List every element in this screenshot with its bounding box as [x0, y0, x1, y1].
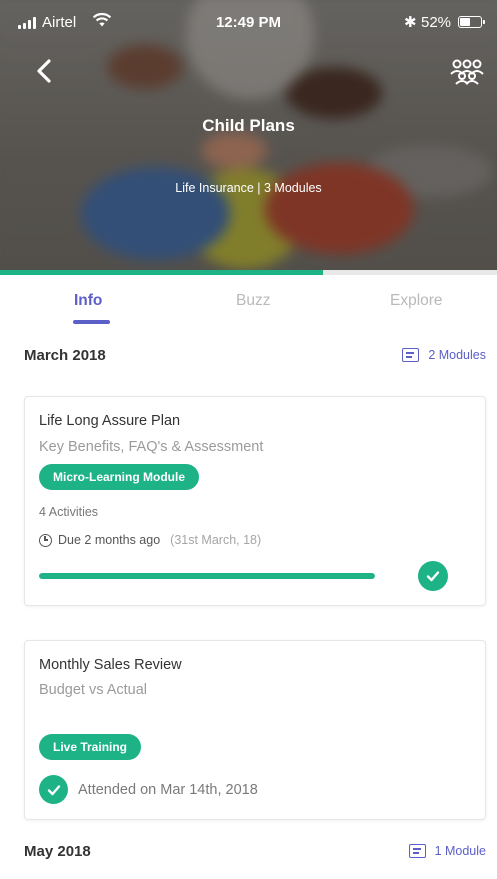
due-label: Due 2 months ago [58, 533, 161, 547]
chevron-left-icon [37, 59, 51, 83]
modules-count-label: 2 Modules [428, 348, 486, 362]
bluetooth-icon: ✱ [404, 14, 417, 31]
page-title: Child Plans [202, 116, 295, 135]
modules-count-link[interactable]: 1 Module [408, 844, 486, 858]
course-progress-track [323, 270, 497, 275]
page-subtitle: Life Insurance | 3 Modules [175, 181, 322, 195]
section-header-may-2018: May 2018 1 Module [0, 843, 497, 873]
card-subtitle: Key Benefits, FAQ's & Assessment [39, 439, 264, 455]
tab-buzz[interactable]: Buzz [236, 292, 270, 310]
active-tab-indicator [73, 320, 110, 324]
group-icon [450, 59, 484, 85]
back-button[interactable] [30, 56, 60, 86]
card-subtitle: Budget vs Actual [39, 682, 148, 698]
module-type-badge: Live Training [39, 734, 142, 760]
attended-check-icon [39, 775, 68, 804]
clock-icon [39, 533, 52, 547]
document-icon [402, 348, 420, 362]
document-icon [408, 844, 426, 858]
modules-count-link[interactable]: 2 Modules [402, 348, 486, 362]
card-title: Life Long Assure Plan [39, 413, 181, 429]
module-progress-bar [39, 573, 375, 579]
due-row: Due 2 months ago (31st March, 18) [39, 533, 261, 547]
module-card-life-long-assure-plan[interactable]: Life Long Assure Plan Key Benefits, FAQ'… [24, 396, 486, 606]
hero-banner: Airtel 12:49 PM ✱ 52% Child Plans Life I… [0, 0, 497, 272]
section-title: May 2018 [24, 843, 91, 860]
tab-info[interactable]: Info [74, 292, 102, 310]
module-progress-fill [39, 573, 375, 579]
group-button[interactable] [448, 57, 486, 85]
module-type-badge: Micro-Learning Module [39, 464, 199, 490]
tab-bar: Info Buzz Explore [0, 275, 497, 327]
battery-percentage: 52% [421, 14, 452, 31]
activities-count: 4 Activities [39, 505, 99, 519]
section-title: March 2018 [24, 347, 106, 364]
attended-label: Attended on Mar 14th, 2018 [78, 781, 258, 798]
status-bar: Airtel 12:49 PM ✱ 52% [0, 0, 497, 46]
modules-count-label: 1 Module [434, 844, 486, 858]
section-header-march-2018: March 2018 2 Modules [0, 347, 497, 377]
course-progress-fill [0, 270, 323, 275]
card-title: Monthly Sales Review [39, 657, 182, 673]
attended-row: Attended on Mar 14th, 2018 [39, 775, 258, 804]
completed-check-icon [418, 561, 448, 591]
battery-icon [458, 16, 485, 28]
module-card-monthly-sales-review[interactable]: Monthly Sales Review Budget vs Actual Li… [24, 640, 486, 820]
tab-explore[interactable]: Explore [390, 292, 443, 310]
due-date: (31st March, 18) [170, 533, 262, 547]
